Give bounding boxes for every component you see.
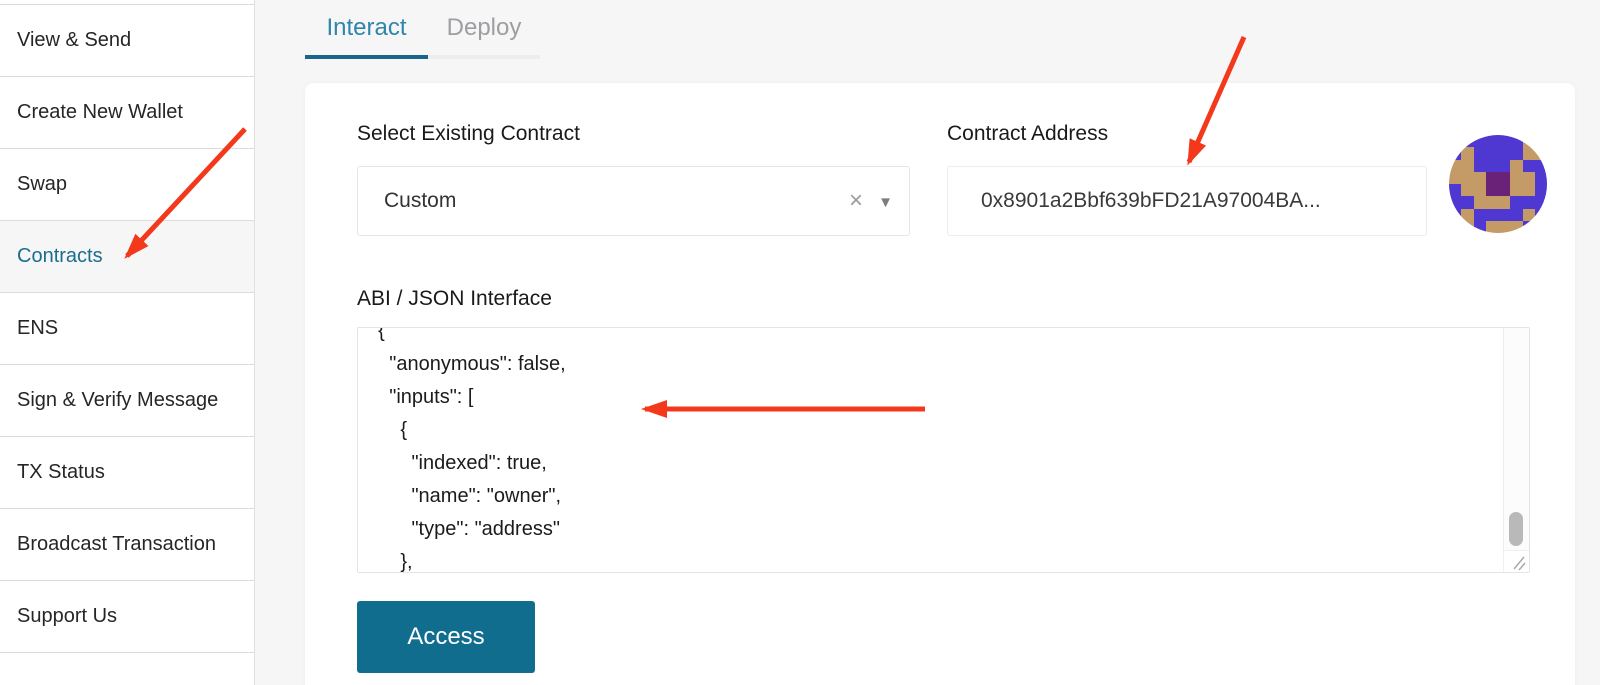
sidebar-item-swap[interactable]: Swap bbox=[0, 148, 254, 220]
chevron-down-icon[interactable]: ▼ bbox=[878, 194, 893, 211]
tab-inactive-track bbox=[428, 55, 540, 59]
existing-contract-value: Custom bbox=[358, 189, 456, 213]
tab-deploy[interactable]: Deploy bbox=[428, 0, 540, 55]
sidebar-item-sign-verify-message[interactable]: Sign & Verify Message bbox=[0, 364, 254, 436]
sidebar-item-view-send[interactable]: View & Send bbox=[0, 4, 254, 76]
sidebar-item-broadcast-transaction[interactable]: Broadcast Transaction bbox=[0, 508, 254, 580]
abi-json-interface-label: ABI / JSON Interface bbox=[357, 287, 552, 311]
textarea-resize-handle[interactable] bbox=[1503, 550, 1529, 572]
contract-address-label: Contract Address bbox=[947, 122, 1108, 146]
address-identicon-avatar bbox=[1449, 135, 1547, 233]
sidebar-item-label: TX Status bbox=[17, 461, 105, 484]
existing-contract-dropdown[interactable]: Custom × ▼ bbox=[357, 166, 910, 236]
abi-textarea-wrap: [ { "anonymous": false, "inputs": [ { "i… bbox=[357, 327, 1530, 573]
access-button[interactable]: Access bbox=[357, 601, 535, 673]
sidebar: View & Send Create New Wallet Swap Contr… bbox=[0, 0, 255, 685]
sidebar-item-ens[interactable]: ENS bbox=[0, 292, 254, 364]
sidebar-item-label: Broadcast Transaction bbox=[17, 533, 216, 556]
sidebar-item-label: View & Send bbox=[17, 29, 131, 52]
clear-icon[interactable]: × bbox=[849, 189, 863, 213]
sidebar-item-support-us[interactable]: Support Us bbox=[0, 580, 254, 652]
sidebar-item-label: Create New Wallet bbox=[17, 101, 183, 124]
abi-json-textarea[interactable]: [ { "anonymous": false, "inputs": [ { "i… bbox=[358, 328, 1529, 572]
tab-interact[interactable]: Interact bbox=[305, 0, 428, 55]
sidebar-item-label: Swap bbox=[17, 173, 67, 196]
contract-interact-card: Select Existing Contract Custom × ▼ Cont… bbox=[305, 83, 1575, 685]
select-existing-contract-label: Select Existing Contract bbox=[357, 122, 580, 146]
sidebar-item-create-new-wallet[interactable]: Create New Wallet bbox=[0, 76, 254, 148]
tab-bar: Interact Deploy bbox=[305, 0, 540, 59]
sidebar-item-contracts[interactable]: Contracts bbox=[0, 220, 254, 292]
sidebar-item-partial bbox=[0, 652, 254, 685]
abi-scrollbar-track[interactable] bbox=[1503, 328, 1529, 550]
sidebar-item-label: Support Us bbox=[17, 605, 117, 628]
sidebar-item-tx-status[interactable]: TX Status bbox=[0, 436, 254, 508]
sidebar-item-label: Contracts bbox=[17, 245, 103, 268]
abi-scrollbar-thumb[interactable] bbox=[1509, 512, 1523, 546]
tab-underline bbox=[305, 55, 540, 59]
tab-active-indicator bbox=[305, 55, 428, 59]
sidebar-item-label: ENS bbox=[17, 317, 58, 340]
contract-address-input[interactable] bbox=[947, 166, 1427, 236]
sidebar-item-label: Sign & Verify Message bbox=[17, 389, 218, 412]
